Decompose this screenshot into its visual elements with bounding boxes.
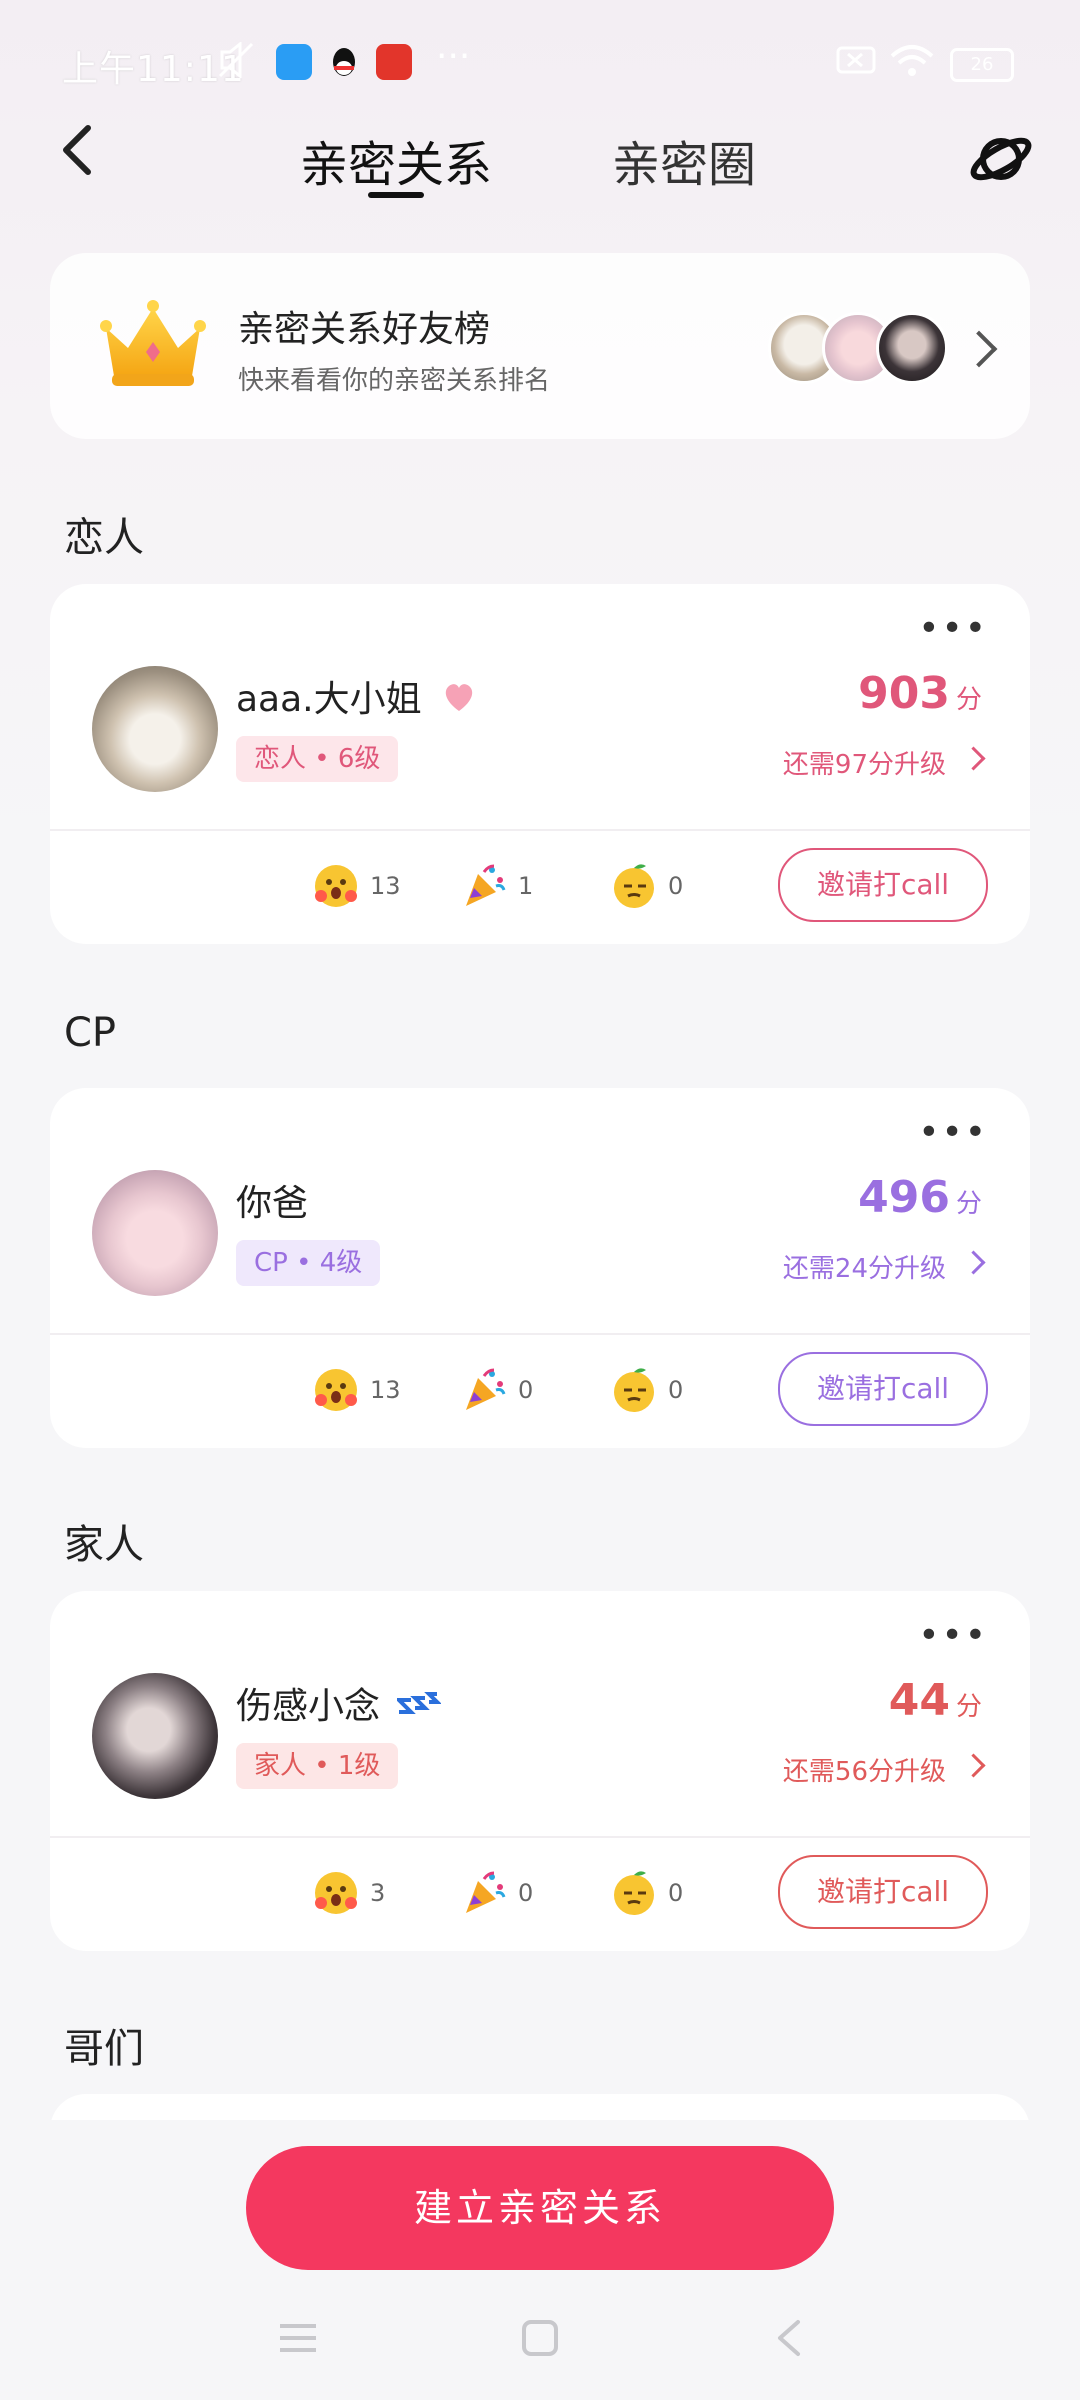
sim-icon xyxy=(836,44,876,84)
intimacy-score: 903 分 xyxy=(858,668,982,719)
avatar[interactable] xyxy=(92,1170,218,1296)
stat-party-count: 0 xyxy=(518,1376,534,1404)
relation-card-lovers[interactable]: ••• aaa.大小姐 恋人 • 6级 903 分 还需97分升级 13 1 0 … xyxy=(50,584,1030,944)
relation-card-family[interactable]: ••• 伤感小念 家人 • 1级 44 分 还需56分升级 3 0 0 邀请打ca… xyxy=(50,1591,1030,1951)
avatar[interactable] xyxy=(92,666,218,792)
sleeping-zzz-icon xyxy=(394,1682,443,1727)
partner-name: 伤感小念 xyxy=(236,1677,443,1729)
menu-icon[interactable] xyxy=(276,2316,320,2364)
stat-lemon[interactable]: 0 xyxy=(610,1366,683,1414)
invite-call-button[interactable]: 邀请打call xyxy=(778,1855,988,1929)
stat-party-count: 1 xyxy=(518,872,534,900)
partner-name: aaa.大小姐 xyxy=(236,670,477,724)
active-tab-indicator xyxy=(368,192,424,198)
wifi-icon xyxy=(890,44,934,86)
stat-party-count: 0 xyxy=(518,1879,534,1907)
crown-icon xyxy=(98,298,208,390)
more-options-icon[interactable]: ••• xyxy=(918,1115,988,1151)
party-popper-icon xyxy=(466,864,506,906)
back-icon[interactable] xyxy=(768,2316,812,2364)
leaderboard-subtitle: 快来看看你的亲密关系排名 xyxy=(238,366,551,396)
hug-emoji-icon xyxy=(315,865,357,907)
stat-lemon-count: 0 xyxy=(668,1376,684,1404)
divider xyxy=(50,1333,1030,1335)
leaderboard-title: 亲密关系好友榜 xyxy=(238,309,491,350)
invite-call-button[interactable]: 邀请打call xyxy=(778,848,988,922)
more-options-icon[interactable]: ••• xyxy=(918,611,988,647)
upgrade-hint[interactable]: 还需56分升级 xyxy=(783,1751,946,1788)
section-heading-cp: CP xyxy=(64,1010,117,1056)
planet-button[interactable] xyxy=(968,126,1034,192)
more-notifications: ··· xyxy=(436,36,471,77)
hug-emoji-icon xyxy=(315,1872,357,1914)
upgrade-chevron-icon xyxy=(961,746,986,771)
qq-icon xyxy=(326,44,362,80)
stat-lemon[interactable]: 0 xyxy=(610,862,683,910)
chevron-left-icon xyxy=(63,125,91,175)
tab-intimate-relations[interactable]: 亲密关系 xyxy=(300,125,492,195)
upgrade-hint[interactable]: 还需24分升级 xyxy=(783,1248,946,1285)
planet-icon xyxy=(970,137,1032,181)
partner-name: 你爸 xyxy=(236,1183,309,1224)
section-heading-lovers: 恋人 xyxy=(64,515,144,561)
create-relationship-button[interactable]: 建立亲密关系 xyxy=(246,2146,834,2270)
intimacy-score: 496 分 xyxy=(858,1172,982,1223)
lemon-face-icon xyxy=(614,864,654,908)
section-heading-buddies: 哥们 xyxy=(64,2026,144,2072)
stat-hug[interactable]: 3 xyxy=(312,1869,385,1917)
section-heading-family: 家人 xyxy=(64,1522,144,1568)
more-options-icon[interactable]: ••• xyxy=(918,1618,988,1654)
stat-lemon-count: 0 xyxy=(668,872,684,900)
game-app-icon xyxy=(376,44,412,80)
hug-emoji-icon xyxy=(315,1369,357,1411)
stat-lemon-count: 0 xyxy=(668,1879,684,1907)
level-badge: 家人 • 1级 xyxy=(236,1743,399,1789)
upgrade-chevron-icon xyxy=(961,1250,986,1275)
battery-icon: 26 xyxy=(950,48,1014,82)
party-popper-icon xyxy=(466,1368,506,1410)
stat-hug-count: 13 xyxy=(370,872,401,900)
divider xyxy=(50,1836,1030,1838)
back-button[interactable] xyxy=(52,120,112,200)
stat-hug-count: 3 xyxy=(370,1879,386,1907)
intimacy-score: 44 分 xyxy=(888,1675,982,1726)
level-badge: 恋人 • 6级 xyxy=(236,736,399,782)
avatar[interactable] xyxy=(92,1673,218,1799)
upgrade-chevron-icon xyxy=(961,1753,986,1778)
stat-party[interactable]: 1 xyxy=(460,862,533,910)
stat-lemon[interactable]: 0 xyxy=(610,1869,683,1917)
relation-card-cp[interactable]: ••• 你爸 CP • 4级 496 分 还需24分升级 13 0 0 邀请打ca… xyxy=(50,1088,1030,1448)
pink-heart-icon xyxy=(441,679,477,724)
mute-icon xyxy=(216,40,256,82)
divider xyxy=(50,829,1030,831)
stat-hug-count: 13 xyxy=(370,1376,401,1404)
stat-party[interactable]: 0 xyxy=(460,1869,533,1917)
upgrade-hint[interactable]: 还需97分升级 xyxy=(783,744,946,781)
stat-hug[interactable]: 13 xyxy=(312,1366,401,1414)
status-bar: 上午11:11 ··· 26 xyxy=(0,0,1080,120)
lemon-face-icon xyxy=(614,1871,654,1915)
invite-call-button[interactable]: 邀请打call xyxy=(778,1352,988,1426)
home-icon[interactable] xyxy=(518,2316,562,2364)
stat-party[interactable]: 0 xyxy=(460,1366,533,1414)
lemon-face-icon xyxy=(614,1368,654,1412)
party-popper-icon xyxy=(466,1871,506,1913)
leaderboard-avatar-3 xyxy=(876,312,948,384)
tab-intimate-circle[interactable]: 亲密圈 xyxy=(612,125,756,195)
app-notification-icon xyxy=(276,44,312,80)
level-badge: CP • 4级 xyxy=(236,1240,381,1286)
stat-hug[interactable]: 13 xyxy=(312,862,401,910)
